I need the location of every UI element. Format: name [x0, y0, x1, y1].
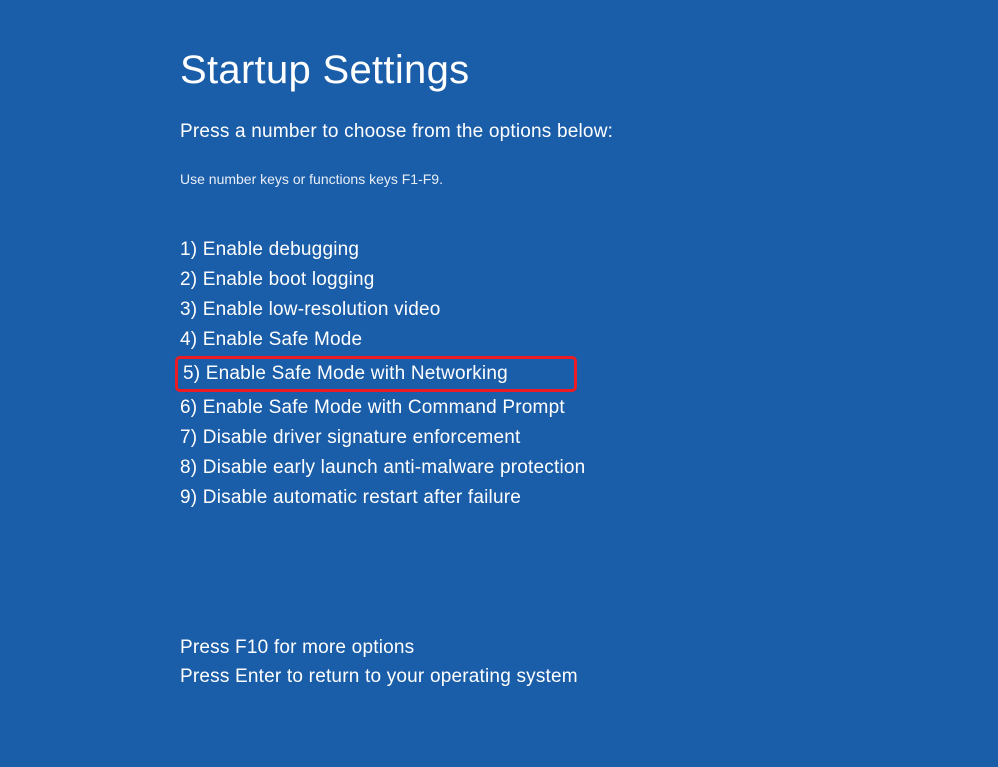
boot-options-list: 1) Enable debugging 2) Enable boot loggi…: [180, 235, 998, 513]
instruction-subtitle: Press a number to choose from the option…: [180, 121, 998, 143]
option-enable-safe-mode-command-prompt[interactable]: 6) Enable Safe Mode with Command Prompt: [180, 393, 998, 423]
highlighted-option-border: 5) Enable Safe Mode with Networking: [175, 356, 577, 392]
keyboard-hint: Use number keys or functions keys F1-F9.: [180, 171, 998, 187]
startup-settings-screen: Startup Settings Press a number to choos…: [0, 0, 998, 691]
more-options-hint: Press F10 for more options: [180, 633, 998, 662]
page-title: Startup Settings: [180, 48, 998, 93]
option-enable-boot-logging[interactable]: 2) Enable boot logging: [180, 265, 998, 295]
option-enable-safe-mode[interactable]: 4) Enable Safe Mode: [180, 325, 998, 355]
option-enable-safe-mode-networking[interactable]: 5) Enable Safe Mode with Networking: [183, 359, 508, 389]
option-disable-early-launch-anti-malware[interactable]: 8) Disable early launch anti-malware pro…: [180, 453, 998, 483]
option-disable-automatic-restart[interactable]: 9) Disable automatic restart after failu…: [180, 483, 998, 513]
return-hint: Press Enter to return to your operating …: [180, 662, 998, 691]
option-disable-driver-signature-enforcement[interactable]: 7) Disable driver signature enforcement: [180, 423, 998, 453]
option-enable-debugging[interactable]: 1) Enable debugging: [180, 235, 998, 265]
option-enable-low-resolution-video[interactable]: 3) Enable low-resolution video: [180, 295, 998, 325]
footer-instructions: Press F10 for more options Press Enter t…: [180, 633, 998, 691]
